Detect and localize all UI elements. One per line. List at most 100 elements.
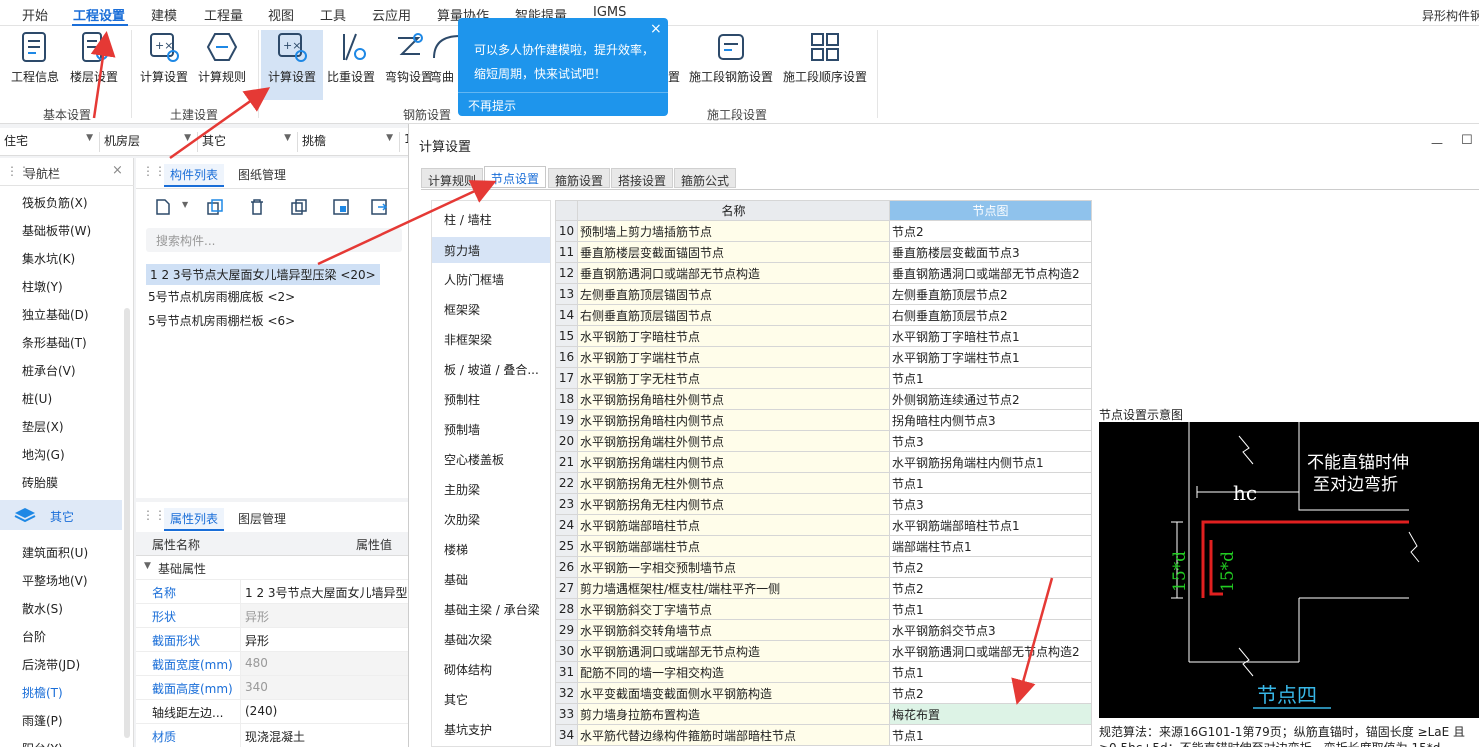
- category-item[interactable]: 板 / 坡道 / 叠合...: [444, 361, 539, 378]
- property-value[interactable]: 340: [240, 676, 408, 699]
- nav-close-icon[interactable]: ×: [112, 163, 123, 178]
- rebar-calc-settings-button[interactable]: +× 计算设置: [261, 30, 323, 100]
- component-search-input[interactable]: 搜索构件...: [146, 228, 402, 252]
- nav-item[interactable]: 阳台(Y): [22, 740, 63, 747]
- row-node[interactable]: 端部端柱节点1: [889, 535, 1092, 557]
- grid-row[interactable]: 27 剪力墙遇框架柱/框支柱/端柱平齐一侧 节点2: [555, 577, 1092, 599]
- grid-row[interactable]: 12 垂直钢筋遇洞口或端部无节点构造 垂直钢筋遇洞口或端部无节点构造2: [555, 262, 1092, 284]
- category-item[interactable]: 剪力墙: [432, 237, 550, 263]
- tooltip-dismiss-button[interactable]: 不再提示: [458, 92, 668, 116]
- drag-handle-icon[interactable]: ⋮⋮: [142, 164, 166, 178]
- grid-row[interactable]: 24 水平钢筋端部暗柱节点 水平钢筋端部暗柱节点1: [555, 514, 1092, 536]
- category-item[interactable]: 主肋梁: [444, 481, 480, 498]
- row-node[interactable]: 垂直钢筋遇洞口或端部无节点构造2: [889, 262, 1092, 284]
- property-section[interactable]: ▼ 基础属性: [136, 556, 408, 580]
- row-node[interactable]: 水平钢筋丁字暗柱节点1: [889, 325, 1092, 347]
- row-node[interactable]: 梅花布置: [889, 703, 1092, 725]
- menu-start[interactable]: 开始: [22, 5, 48, 24]
- grid-row[interactable]: 17 水平钢筋丁字无柱节点 节点1: [555, 367, 1092, 389]
- grid-row[interactable]: 34 水平筋代替边缘构件箍筋时端部暗柱节点 节点1: [555, 724, 1092, 746]
- minimize-icon[interactable]: —: [1431, 136, 1443, 150]
- category-item[interactable]: 预制墙: [444, 421, 480, 438]
- floor-settings-button[interactable]: 楼层设置: [63, 30, 125, 85]
- grid-row[interactable]: 11 垂直筋楼层变截面锚固节点 垂直筋楼层变截面节点3: [555, 241, 1092, 263]
- grid-row[interactable]: 32 水平变截面墙变截面侧水平钢筋构造 节点2: [555, 682, 1092, 704]
- nav-item[interactable]: 砖胎膜: [22, 474, 58, 491]
- grid-row[interactable]: 28 水平钢筋斜交丁字墙节点 节点1: [555, 598, 1092, 620]
- category-item[interactable]: 其它: [444, 691, 468, 708]
- row-node[interactable]: 节点2: [889, 682, 1092, 704]
- property-row[interactable]: 轴线距左边... (240): [136, 700, 408, 724]
- filter-icon[interactable]: [332, 198, 350, 216]
- nav-item[interactable]: 柱墩(Y): [22, 278, 63, 295]
- nav-item[interactable]: 集水坑(K): [22, 250, 75, 267]
- nav-item[interactable]: 筏板负筋(X): [22, 194, 88, 211]
- row-node[interactable]: 垂直筋楼层变截面节点3: [889, 241, 1092, 263]
- row-node[interactable]: 拐角暗柱内侧节点3: [889, 409, 1092, 431]
- property-row[interactable]: 名称 1 2 3号节点大屋面女儿墙异型压梁: [136, 580, 408, 604]
- nav-item[interactable]: 独立基础(D): [22, 306, 89, 323]
- grid-row[interactable]: 21 水平钢筋拐角端柱内侧节点 水平钢筋拐角端柱内侧节点1: [555, 451, 1092, 473]
- row-node[interactable]: 节点3: [889, 430, 1092, 452]
- nav-item[interactable]: 地沟(G): [22, 446, 65, 463]
- menu-view[interactable]: 视图: [268, 5, 294, 24]
- tab-stirrup-settings[interactable]: 箍筋设置: [548, 168, 611, 188]
- menu-modeling[interactable]: 建模: [151, 5, 177, 24]
- chevron-down-icon[interactable]: ▼: [182, 200, 188, 209]
- nav-item[interactable]: 雨篷(P): [22, 712, 63, 729]
- nav-item[interactable]: 后浇带(JD): [22, 656, 80, 673]
- component-type-select[interactable]: 挑檐 ▼: [298, 132, 400, 152]
- new-component-icon[interactable]: [154, 198, 172, 216]
- segment-order-settings-button[interactable]: 施工段顺序设置: [780, 30, 870, 85]
- menu-tools[interactable]: 工具: [320, 5, 346, 24]
- grid-row[interactable]: 31 配筋不同的墙一字相交构造 节点1: [555, 661, 1092, 683]
- menu-cloud[interactable]: 云应用: [372, 5, 411, 24]
- tooltip-close-icon[interactable]: ×: [650, 21, 662, 37]
- property-value[interactable]: 异形: [240, 604, 408, 627]
- property-row[interactable]: 形状 异形: [136, 604, 408, 628]
- property-value[interactable]: 异形: [240, 628, 408, 651]
- menu-quantity[interactable]: 工程量: [204, 5, 243, 24]
- nav-item[interactable]: 平整场地(V): [22, 572, 88, 589]
- category-item[interactable]: 次肋梁: [444, 511, 480, 528]
- category-item[interactable]: 基坑支护: [444, 721, 492, 738]
- tab-calc-rules[interactable]: 计算规则: [421, 168, 484, 188]
- category-item[interactable]: 柱 / 墙柱: [444, 211, 492, 228]
- grid-row[interactable]: 20 水平钢筋拐角端柱外侧节点 节点3: [555, 430, 1092, 452]
- nav-group-others[interactable]: 其它: [0, 500, 122, 530]
- category-item[interactable]: 楼梯: [444, 541, 468, 558]
- property-row[interactable]: 截面宽度(mm) 480: [136, 652, 408, 676]
- tab-component-list[interactable]: 构件列表: [164, 164, 225, 187]
- grid-row[interactable]: 19 水平钢筋拐角暗柱内侧节点 拐角暗柱内侧节点3: [555, 409, 1092, 431]
- grid-row[interactable]: 30 水平钢筋遇洞口或端部无节点构造 水平钢筋遇洞口或端部无节点构造2: [555, 640, 1092, 662]
- nav-scrollbar[interactable]: [124, 308, 130, 738]
- row-node[interactable]: 节点2: [889, 577, 1092, 599]
- grid-row[interactable]: 22 水平钢筋拐角无柱外侧节点 节点1: [555, 472, 1092, 494]
- tab-node-settings[interactable]: 节点设置: [484, 166, 547, 188]
- nav-item[interactable]: 台阶: [22, 628, 46, 645]
- grid-row[interactable]: 13 左侧垂直筋顶层锚固节点 左侧垂直筋顶层节点2: [555, 283, 1092, 305]
- tab-lap-settings[interactable]: 搭接设置: [611, 168, 674, 188]
- component-item[interactable]: 5号节点机房雨棚底板 <2>: [148, 288, 295, 305]
- nav-item[interactable]: 垫层(X): [22, 418, 64, 435]
- row-node[interactable]: 节点2: [889, 220, 1092, 242]
- grid-row[interactable]: 10 预制墙上剪力墙插筋节点 节点2: [555, 220, 1092, 242]
- property-value[interactable]: 1 2 3号节点大屋面女儿墙异型压梁: [240, 580, 408, 603]
- category-item[interactable]: 空心楼盖板: [444, 451, 504, 468]
- grid-row[interactable]: 14 右侧垂直筋顶层锚固节点 右侧垂直筋顶层节点2: [555, 304, 1092, 326]
- row-node[interactable]: 节点1: [889, 367, 1092, 389]
- category-item[interactable]: 预制柱: [444, 391, 480, 408]
- category-item[interactable]: 基础: [444, 571, 468, 588]
- duplicate-icon[interactable]: [290, 198, 308, 216]
- delete-icon[interactable]: [248, 198, 266, 216]
- grid-row[interactable]: 15 水平钢筋丁字暗柱节点 水平钢筋丁字暗柱节点1: [555, 325, 1092, 347]
- row-node[interactable]: 水平钢筋端部暗柱节点1: [889, 514, 1092, 536]
- grid-row[interactable]: 33 剪力墙身拉筋布置构造 梅花布置: [555, 703, 1092, 725]
- tab-property-list[interactable]: 属性列表: [164, 508, 225, 531]
- row-node[interactable]: 节点2: [889, 556, 1092, 578]
- component-item[interactable]: 1 2 3号节点大屋面女儿墙异型压梁 <20>: [146, 264, 380, 285]
- property-value[interactable]: 现浇混凝土: [240, 724, 408, 747]
- row-node[interactable]: 左侧垂直筋顶层节点2: [889, 283, 1092, 305]
- export-icon[interactable]: [370, 198, 388, 216]
- row-node[interactable]: 节点1: [889, 661, 1092, 683]
